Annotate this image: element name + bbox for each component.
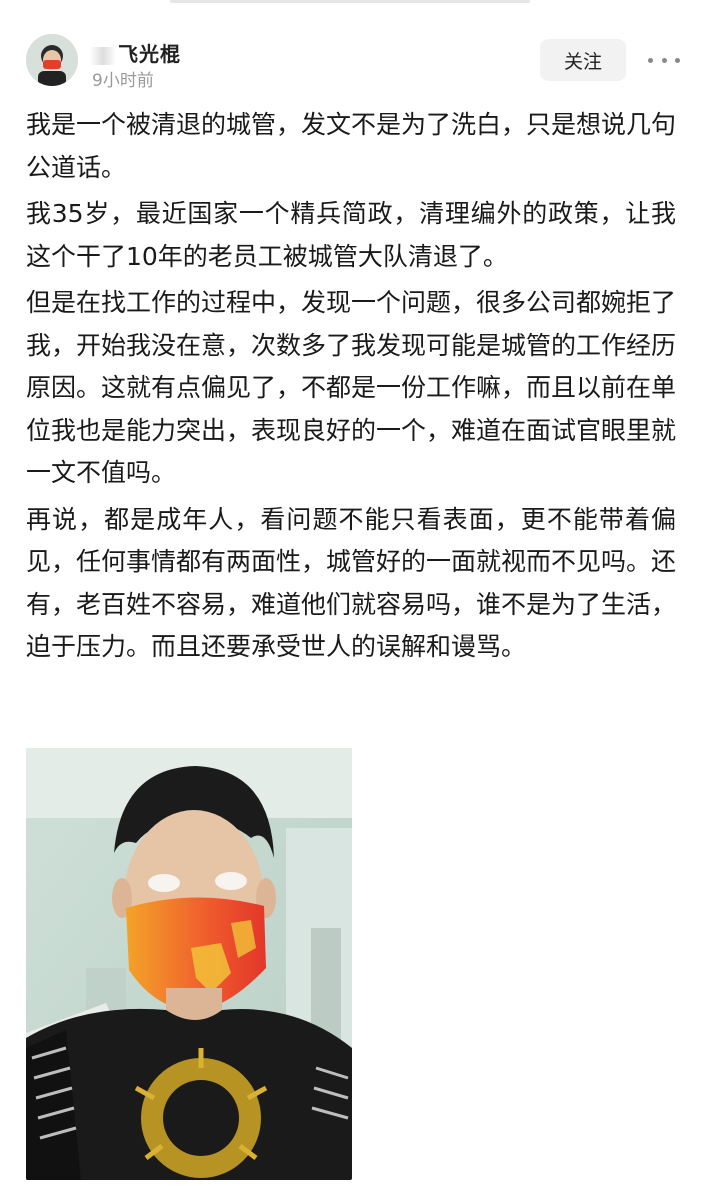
post-paragraph: 我是一个被清退的城管，发文不是为了洗白，只是想说几句公道话。 [26,110,677,182]
more-dots-icon[interactable] [648,50,680,70]
post-paragraph: 我35岁，最近国家一个精兵简政，清理编外的政策，让我这个干了10年的老员工被城管… [26,199,676,271]
post-content: 我是一个被清退的城管，发文不是为了洗白，只是想说几句公道话。 我35岁，最近国家… [26,104,676,673]
post-time: 9小时前 [92,71,154,91]
avatar[interactable] [26,34,78,86]
post-header: 飞光棍 9小时前 关注 [0,28,704,100]
post-paragraph: 但是在找工作的过程中，发现一个问题，很多公司都婉拒了我，开始我没在意，次数多了我… [26,288,677,487]
follow-button[interactable]: 关注 [540,39,626,81]
author-name[interactable]: 飞光棍 [90,38,181,67]
top-divider [0,0,704,6]
post-photo[interactable] [26,748,352,1180]
post-paragraph: 再说，都是成年人，看问题不能只看表面，更不能带着偏见，任何事情都有两面性，城管好… [26,504,677,662]
